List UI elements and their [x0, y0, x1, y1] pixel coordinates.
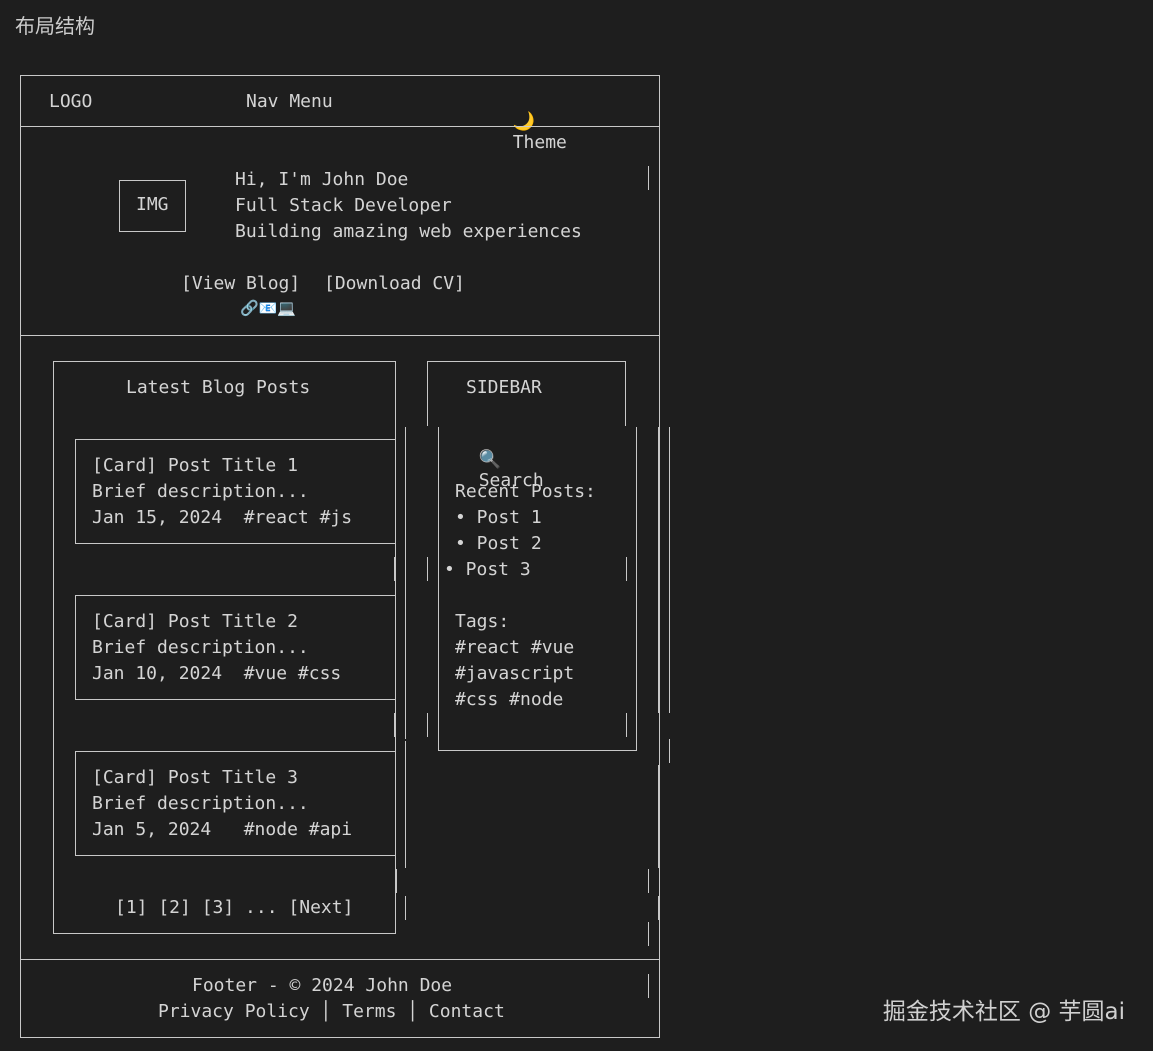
ascii-edge — [658, 427, 659, 713]
pagination[interactable]: [1] [2] [3] ... [Next] — [115, 895, 353, 921]
ascii-edge — [427, 557, 428, 581]
ascii-edge — [626, 557, 627, 581]
ascii-edge — [394, 557, 395, 581]
ascii-edge — [405, 896, 406, 920]
avatar-label: IMG — [136, 194, 169, 215]
ascii-edge — [648, 166, 649, 190]
watermark: 掘金技术社区 @ 芋圆ai — [882, 999, 1125, 1025]
card-meta: Jan 10, 2024 #vue #css — [92, 663, 342, 684]
ascii-edge — [396, 869, 397, 893]
ascii-edge — [669, 739, 670, 763]
moon-icon: 🌙 — [512, 111, 536, 132]
footer-divider — [20, 959, 660, 960]
card-meta: Jan 15, 2024 #react #js — [92, 507, 353, 528]
theme-label: Theme — [512, 132, 567, 153]
tag-list[interactable]: #css #node — [455, 687, 563, 713]
hero-role: Full Stack Developer — [235, 195, 452, 216]
ascii-edge — [669, 427, 670, 713]
card-title: [Card] Post Title 1 — [92, 455, 298, 476]
hero-greeting: Hi, I'm John Doe — [235, 169, 409, 190]
ascii-edge — [626, 713, 627, 737]
ascii-edge — [394, 713, 395, 737]
card-description: Brief description... — [92, 793, 309, 814]
recent-posts-heading: Recent Posts: — [455, 481, 596, 502]
recent-post-item[interactable]: • Post 1 — [455, 505, 542, 531]
tag-list[interactable]: #javascript — [455, 661, 574, 687]
ascii-edge — [427, 713, 428, 737]
ascii-edge — [648, 922, 649, 946]
ascii-edge — [659, 140, 660, 164]
nav-menu[interactable]: Nav Menu — [246, 91, 333, 112]
blog-heading: Latest Blog Posts — [126, 377, 311, 398]
ascii-edge — [658, 765, 659, 868]
sidebar-heading: SIDEBAR — [466, 377, 542, 398]
header-divider — [20, 126, 660, 127]
footer-links[interactable]: Privacy Policy │ Terms │ Contact — [158, 999, 505, 1025]
tags-heading: Tags: — [455, 611, 510, 632]
hero-tagline: Building amazing web experiences — [235, 221, 582, 242]
search-icon: 🔍 — [478, 449, 502, 470]
card-title: [Card] Post Title 2 — [92, 611, 298, 632]
tag-list[interactable]: #react #vue — [455, 635, 574, 661]
theme-toggle[interactable]: 🌙 Theme — [491, 90, 567, 153]
card-title: [Card] Post Title 3 — [92, 767, 298, 788]
ascii-edge — [648, 869, 649, 893]
ascii-edge — [405, 741, 406, 868]
download-cv-button[interactable]: [Download CV] — [324, 271, 465, 297]
card-meta: Jan 5, 2024 #node #api — [92, 819, 353, 840]
ascii-edge — [658, 896, 659, 920]
card-description: Brief description... — [92, 481, 309, 502]
ascii-edge — [405, 427, 406, 739]
footer-copyright: Footer - © 2024 John Doe — [192, 975, 453, 996]
hero-divider — [20, 335, 660, 336]
social-link-icons[interactable]: 🔗📧💻 — [240, 299, 296, 317]
recent-post-item[interactable]: • Post 2 — [455, 531, 542, 557]
logo[interactable]: LOGO — [49, 91, 92, 112]
page-title: 布局结构 — [15, 14, 95, 38]
card-description: Brief description... — [92, 637, 309, 658]
view-blog-button[interactable]: [View Blog] — [181, 271, 300, 297]
recent-post-item[interactable]: • Post 3 — [444, 557, 531, 583]
ascii-edge — [648, 974, 649, 998]
